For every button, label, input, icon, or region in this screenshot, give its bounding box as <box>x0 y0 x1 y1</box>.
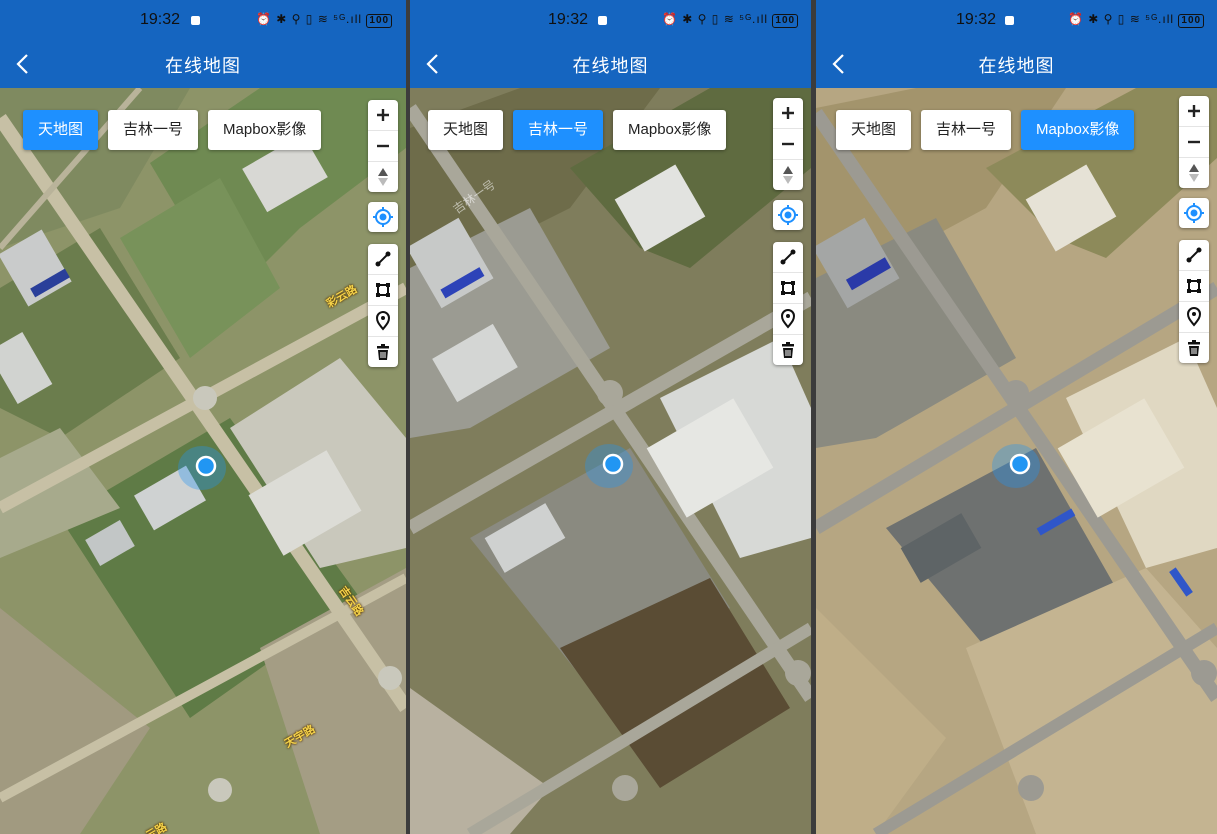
page-title: 在线地图 <box>978 56 1055 76</box>
map-screen-tianditu: 19:32 ⏰ ✱ ⚲ ▯ ≋ ⁵ᴳ.ıll 100 在线地图 彩云路 吉云路 … <box>0 0 406 834</box>
tab-mapbox[interactable]: Mapbox影像 <box>1021 110 1135 150</box>
status-time: 19:32 <box>548 11 589 28</box>
location-marker <box>585 444 633 488</box>
crosshair-icon[interactable] <box>368 202 398 232</box>
tab-mapbox[interactable]: Mapbox影像 <box>208 110 322 150</box>
locate-control <box>368 202 398 232</box>
draw-point-icon[interactable] <box>773 304 803 335</box>
page-title: 在线地图 <box>165 56 241 76</box>
location-marker <box>178 446 226 490</box>
status-bar: 19:32 ⏰ ✱ ⚲ ▯ ≋ ⁵ᴳ.ıll 100 <box>816 0 1217 40</box>
compass-icon[interactable] <box>1179 158 1209 188</box>
zoom-controls <box>1179 96 1209 188</box>
zoom-out-icon[interactable] <box>773 129 803 160</box>
draw-polygon-icon[interactable] <box>773 273 803 304</box>
location-marker <box>992 444 1040 488</box>
tab-tianditu[interactable]: 天地图 <box>23 110 99 150</box>
notification-icon <box>191 16 200 25</box>
battery-icon: 100 <box>772 14 799 28</box>
zoom-controls <box>773 98 803 190</box>
tab-jilin1[interactable]: 吉林一号 <box>108 110 199 150</box>
layer-switcher: 天地图 吉林一号 Mapbox影像 <box>23 110 322 150</box>
map-view[interactable]: 彩云路 吉云路 天宇路 云路 天地图 吉林一号 Mapbox影像 <box>0 88 406 834</box>
map-screen-jilin1: 19:32 ⏰ ✱ ⚲ ▯ ≋ ⁵ᴳ.ıll 100 在线地图 吉林一号 天地图… <box>410 0 811 834</box>
draw-line-icon[interactable] <box>773 242 803 273</box>
locate-control <box>1179 198 1209 228</box>
draw-point-icon[interactable] <box>368 306 398 337</box>
battery-icon: 100 <box>1178 14 1205 28</box>
battery-icon: 100 <box>366 14 393 28</box>
draw-tools <box>368 244 398 367</box>
status-icons: ⏰ ✱ ⚲ ▯ ≋ ⁵ᴳ.ıll 100 <box>662 12 799 28</box>
status-time: 19:32 <box>956 11 997 28</box>
draw-tools <box>1179 240 1209 363</box>
tab-jilin1[interactable]: 吉林一号 <box>513 110 604 150</box>
status-bar: 19:32 ⏰ ✱ ⚲ ▯ ≋ ⁵ᴳ.ıll 100 <box>0 0 406 40</box>
zoom-in-icon[interactable] <box>368 100 398 131</box>
tab-jilin1[interactable]: 吉林一号 <box>921 110 1012 150</box>
map-view[interactable]: 天地图 吉林一号 Mapbox影像 <box>816 88 1217 834</box>
locate-control <box>773 200 803 230</box>
notification-icon <box>598 16 607 25</box>
app-bar: 在线地图 <box>410 40 811 88</box>
draw-line-icon[interactable] <box>1179 240 1209 271</box>
app-bar: 在线地图 <box>816 40 1217 88</box>
zoom-in-icon[interactable] <box>1179 96 1209 127</box>
map-screen-mapbox: 19:32 ⏰ ✱ ⚲ ▯ ≋ ⁵ᴳ.ıll 100 在线地图 天地图 吉林一号… <box>816 0 1217 834</box>
compass-icon[interactable] <box>368 162 398 192</box>
compass-icon[interactable] <box>773 160 803 190</box>
zoom-controls <box>368 100 398 192</box>
zoom-out-icon[interactable] <box>368 131 398 162</box>
tab-mapbox[interactable]: Mapbox影像 <box>613 110 727 150</box>
draw-line-icon[interactable] <box>368 244 398 275</box>
trash-icon[interactable] <box>1179 333 1209 363</box>
tab-tianditu[interactable]: 天地图 <box>428 110 504 150</box>
status-icons: ⏰ ✱ ⚲ ▯ ≋ ⁵ᴳ.ıll 100 <box>1068 12 1205 28</box>
zoom-out-icon[interactable] <box>1179 127 1209 158</box>
status-bar: 19:32 ⏰ ✱ ⚲ ▯ ≋ ⁵ᴳ.ıll 100 <box>410 0 811 40</box>
layer-switcher: 天地图 吉林一号 Mapbox影像 <box>428 110 727 150</box>
app-bar: 在线地图 <box>0 40 406 88</box>
crosshair-icon[interactable] <box>1179 198 1209 228</box>
page-title: 在线地图 <box>572 56 649 76</box>
notification-icon <box>1005 16 1014 25</box>
trash-icon[interactable] <box>368 337 398 367</box>
crosshair-icon[interactable] <box>773 200 803 230</box>
zoom-in-icon[interactable] <box>773 98 803 129</box>
tab-tianditu[interactable]: 天地图 <box>836 110 912 150</box>
draw-polygon-icon[interactable] <box>1179 271 1209 302</box>
draw-tools <box>773 242 803 365</box>
layer-switcher: 天地图 吉林一号 Mapbox影像 <box>836 110 1135 150</box>
status-time: 19:32 <box>140 11 181 28</box>
draw-point-icon[interactable] <box>1179 302 1209 333</box>
trash-icon[interactable] <box>773 335 803 365</box>
draw-polygon-icon[interactable] <box>368 275 398 306</box>
status-icons: ⏰ ✱ ⚲ ▯ ≋ ⁵ᴳ.ıll 100 <box>256 12 393 28</box>
map-view[interactable]: 吉林一号 天地图 吉林一号 Mapbox影像 <box>410 88 811 834</box>
